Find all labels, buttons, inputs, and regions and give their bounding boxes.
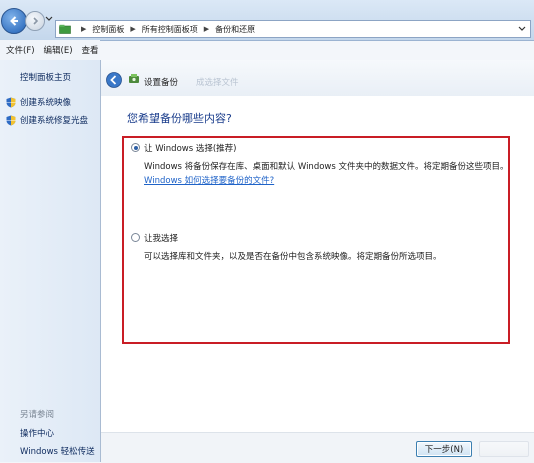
forward-button[interactable] — [25, 11, 45, 31]
option-windows-choose-label[interactable]: 让 Windows 选择(推荐) — [144, 142, 236, 154]
setup-backup-dialog: 设置备份 成选择文件 您希望备份哪些内容? 让 Windows 选择(推荐) W… — [100, 60, 534, 463]
options-highlight-box: 让 Windows 选择(推荐) Windows 将备份保存在库、桌面和默认 W… — [122, 136, 510, 344]
folder-icon — [59, 24, 71, 34]
back-icon[interactable] — [106, 72, 122, 88]
menu-file[interactable]: 文件(F) — [0, 44, 38, 56]
address-dropdown-icon[interactable] — [518, 26, 526, 32]
shield-icon — [6, 97, 16, 107]
menu-view[interactable]: 查看 — [76, 44, 102, 56]
dialog-title: 设置备份 — [144, 78, 179, 88]
control-panel-home-link[interactable]: 控制面板主页 — [20, 71, 71, 83]
easy-transfer-link[interactable]: Windows 轻松传送 — [20, 445, 95, 457]
back-button[interactable] — [1, 8, 27, 34]
forward-icon — [33, 17, 39, 25]
option-let-me-choose-label[interactable]: 让我选择 — [144, 232, 178, 244]
dialog-header: 设置备份 成选择文件 — [101, 60, 534, 96]
address-field[interactable]: ▶ 控制面板 ▶ 所有控制面板项 ▶ 备份和还原 — [55, 20, 531, 38]
how-windows-chooses-link[interactable]: Windows 如何选择要备份的文件? — [144, 174, 274, 186]
shield-icon — [6, 115, 16, 125]
option-let-me-choose-desc: 可以选择库和文件夹，以及是否在备份中包含系统映像。将定期备份所选项目。 — [144, 252, 442, 262]
back-icon — [10, 16, 18, 26]
breadcrumb-item[interactable]: ▶ 所有控制面板项 — [124, 24, 197, 35]
see-also-heading: 另请参阅 — [20, 410, 55, 420]
dialog-footer: 下一步(N) — [101, 432, 534, 463]
breadcrumb-item[interactable]: ▶ 备份和还原 — [198, 24, 255, 35]
option-windows-choose-desc: Windows 将备份保存在库、桌面和默认 Windows 文件夹中的数据文件。… — [144, 162, 509, 172]
radio-let-me-choose[interactable] — [131, 233, 140, 242]
cancel-button[interactable] — [479, 441, 529, 457]
backup-icon — [129, 74, 139, 83]
menu-bar: 文件(F) 编辑(E) 查看 — [0, 40, 100, 60]
dialog-ghost-title: 成选择文件 — [196, 78, 239, 88]
question-heading: 您希望备份哪些内容? — [127, 112, 232, 125]
address-bar: ▶ 控制面板 ▶ 所有控制面板项 ▶ 备份和还原 — [0, 0, 534, 41]
menu-edit[interactable]: 编辑(E) — [38, 44, 76, 56]
radio-windows-choose[interactable] — [131, 143, 140, 152]
create-system-image-link[interactable]: 创建系统映像 — [6, 96, 71, 108]
chevron-down-icon[interactable] — [45, 16, 53, 22]
create-repair-disc-link[interactable]: 创建系统修复光盘 — [6, 114, 88, 126]
breadcrumb-item[interactable]: ▶ 控制面板 — [75, 24, 124, 35]
next-button[interactable]: 下一步(N) — [416, 441, 472, 457]
action-center-link[interactable]: 操作中心 — [20, 427, 54, 439]
left-pane: 控制面板主页 创建系统映像 创建系统修复光盘 另请参阅 操作中心 Windows… — [0, 60, 100, 462]
